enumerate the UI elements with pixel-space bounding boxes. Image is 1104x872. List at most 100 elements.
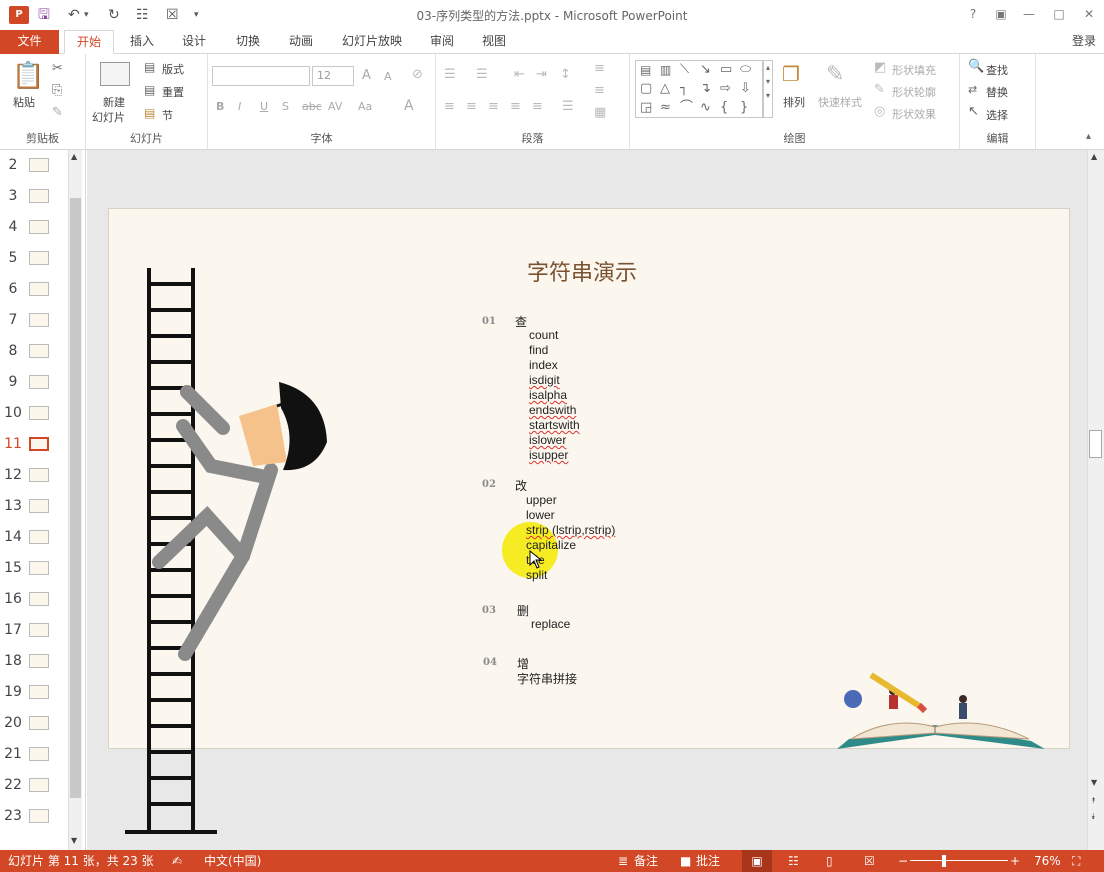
- slide-thumbnail[interactable]: 5: [0, 243, 68, 274]
- align-right-icon[interactable]: ≡: [488, 100, 499, 114]
- list-item[interactable]: islower: [529, 433, 566, 447]
- shape-effects-icon[interactable]: ◎: [874, 105, 885, 119]
- shape-outline-button[interactable]: 形状轮廓: [892, 84, 936, 100]
- triangle-shape-icon[interactable]: △: [660, 82, 670, 96]
- increase-indent-icon[interactable]: ⇥: [536, 68, 547, 82]
- shape-outline-icon[interactable]: ✎: [874, 83, 885, 97]
- list-item[interactable]: endswith: [529, 403, 576, 417]
- justify-icon[interactable]: ≡: [510, 100, 521, 114]
- font-size-combo[interactable]: 12: [312, 66, 354, 86]
- char-spacing-button[interactable]: AV: [328, 100, 342, 113]
- ribbon-display-options-button[interactable]: ▣: [986, 4, 1016, 24]
- reset-icon[interactable]: ▤: [144, 83, 155, 97]
- slide-thumbnail[interactable]: 20: [0, 708, 68, 739]
- slide-thumbnail-image[interactable]: [29, 530, 49, 544]
- zoom-level[interactable]: 76%: [1034, 850, 1061, 872]
- slide-thumbnail-image[interactable]: [29, 623, 49, 637]
- zoom-out-icon[interactable]: −: [898, 850, 908, 872]
- slide-thumbnail-image[interactable]: [29, 778, 49, 792]
- reset-button[interactable]: 重置: [162, 84, 184, 100]
- scroll-up-icon[interactable]: ▲: [71, 152, 77, 161]
- strikethrough-button[interactable]: abc: [302, 100, 322, 113]
- slide-thumbnail[interactable]: 13: [0, 491, 68, 522]
- zoom-slider-thumb[interactable]: [942, 855, 946, 867]
- notes-icon[interactable]: ≣: [618, 850, 628, 872]
- reading-book-illustration[interactable]: [831, 669, 1051, 753]
- shape-fill-icon[interactable]: ◩: [874, 61, 886, 75]
- slide-thumbnail[interactable]: 9: [0, 367, 68, 398]
- slide-thumbnail[interactable]: 8: [0, 336, 68, 367]
- right-arrow-shape-icon[interactable]: ⇨: [720, 82, 731, 96]
- arrow-line-shape-icon[interactable]: ↘: [700, 63, 711, 77]
- italic-button[interactable]: I: [238, 100, 241, 113]
- section-button[interactable]: 节: [162, 107, 173, 123]
- list-item[interactable]: upper: [526, 493, 557, 507]
- slide-thumbnail[interactable]: 17: [0, 615, 68, 646]
- notes-button[interactable]: 备注: [634, 850, 658, 872]
- tab-home[interactable]: 开始: [64, 30, 114, 54]
- list-item[interactable]: strip (lstrip,rstrip): [526, 523, 615, 537]
- slide-thumbnail-image[interactable]: [29, 313, 49, 327]
- down-arrow-shape-icon[interactable]: ⇩: [740, 82, 751, 96]
- slide-thumbnail-image[interactable]: [29, 189, 49, 203]
- slide-thumbnail-image[interactable]: [29, 685, 49, 699]
- canvas-scroll-thumb[interactable]: [1089, 430, 1102, 458]
- line-spacing-icon[interactable]: ↕: [560, 68, 571, 82]
- find-icon[interactable]: 🔍: [968, 60, 984, 74]
- section-heading[interactable]: 删: [517, 602, 529, 619]
- slide-thumbnail[interactable]: 2: [0, 150, 68, 181]
- columns-icon[interactable]: ☰: [562, 100, 574, 114]
- list-item[interactable]: replace: [531, 617, 570, 631]
- section-icon[interactable]: ▤: [144, 106, 155, 120]
- rectangle-shape-icon[interactable]: ▭: [720, 63, 732, 77]
- close-button[interactable]: ✕: [1074, 4, 1104, 24]
- spell-check-icon[interactable]: ✍: [172, 850, 182, 872]
- bold-button[interactable]: B: [216, 100, 224, 113]
- new-slide-label-2[interactable]: 幻灯片: [92, 109, 125, 125]
- slide-thumbnail[interactable]: 18: [0, 646, 68, 677]
- slide-thumbnail[interactable]: 16: [0, 584, 68, 615]
- comments-button[interactable]: 批注: [696, 850, 720, 872]
- list-item[interactable]: index: [529, 358, 558, 372]
- align-text-icon[interactable]: ≡: [594, 84, 605, 98]
- format-painter-icon[interactable]: ✎: [52, 106, 63, 120]
- thumbnails-scroll-thumb[interactable]: [70, 198, 81, 798]
- editing-canvas[interactable]: 字符串演示 01 查 count find index isdigit isal…: [87, 150, 1087, 850]
- canvas-scrollbar[interactable]: ▲ ▼ ⯭ ⯯: [1087, 150, 1104, 850]
- slide-thumbnail[interactable]: 15: [0, 553, 68, 584]
- scroll-up-icon[interactable]: ▲: [1091, 152, 1097, 161]
- collapse-ribbon-icon[interactable]: ▴: [1086, 130, 1091, 144]
- copy-icon[interactable]: ⎘: [52, 84, 62, 98]
- left-brace-icon[interactable]: {: [720, 101, 728, 115]
- list-item[interactable]: lower: [526, 508, 555, 522]
- right-brace-icon[interactable]: }: [740, 101, 748, 115]
- curve-shape-icon[interactable]: ≈: [660, 101, 671, 115]
- shapes-gallery[interactable]: ▤ ▥ ⟍ ↘ ▭ ⬭ ▢ △ ┐ ↴ ⇨ ⇩ ◲ ≈ ⌒ ∿ { }: [635, 60, 763, 118]
- section-heading[interactable]: 查: [515, 313, 527, 330]
- list-item[interactable]: isdigit: [529, 373, 560, 387]
- tab-view[interactable]: 视图: [472, 30, 516, 54]
- slide-thumbnail-image[interactable]: [29, 251, 49, 265]
- list-item[interactable]: isalpha: [529, 388, 567, 402]
- underline-button[interactable]: U: [260, 100, 268, 113]
- shape-effects-button[interactable]: 形状效果: [892, 106, 936, 122]
- new-slide-label-1[interactable]: 新建: [103, 94, 125, 110]
- tab-review[interactable]: 审阅: [420, 30, 464, 54]
- new-slide-icon[interactable]: [100, 62, 130, 86]
- list-item[interactable]: split: [526, 568, 547, 582]
- list-item[interactable]: count: [529, 328, 558, 342]
- normal-view-icon[interactable]: ▣: [742, 850, 772, 872]
- slide-thumbnail-image[interactable]: [29, 561, 49, 575]
- scroll-down-icon[interactable]: ▼: [71, 836, 77, 845]
- quick-styles-button[interactable]: 快速样式: [818, 94, 862, 110]
- language-indicator[interactable]: 中文(中国): [204, 850, 261, 872]
- slide-sorter-icon[interactable]: ☷: [788, 850, 799, 872]
- slide-thumbnail-image[interactable]: [29, 809, 49, 823]
- arrange-button[interactable]: 排列: [783, 94, 805, 110]
- shapes-gallery-more-icon[interactable]: ▴ ▾ ▾: [763, 60, 773, 118]
- login-link[interactable]: 登录: [1072, 30, 1104, 52]
- align-left-icon[interactable]: ≡: [444, 100, 455, 114]
- scroll-down-icon[interactable]: ▼: [1091, 778, 1097, 787]
- tab-transitions[interactable]: 切换: [226, 30, 270, 54]
- smartart-icon[interactable]: ▦: [594, 106, 606, 120]
